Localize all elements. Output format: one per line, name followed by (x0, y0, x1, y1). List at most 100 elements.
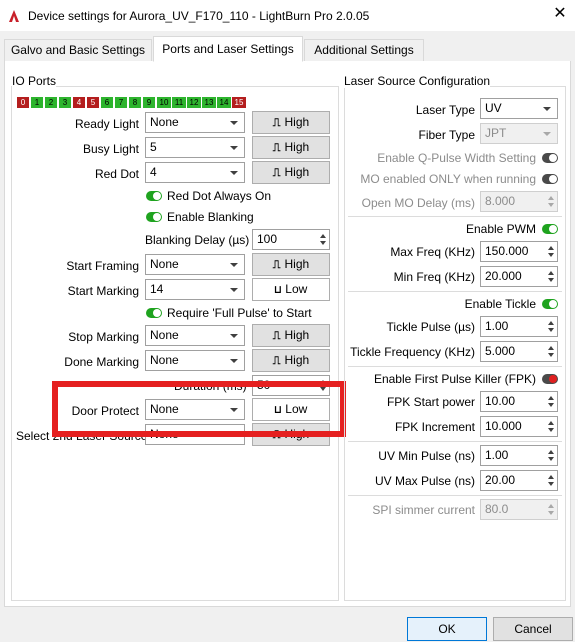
uv-max-input[interactable]: 20.00 (480, 470, 558, 491)
spin-down-icon[interactable] (548, 253, 554, 257)
stop-marking-pulse-button[interactable]: ⎍ High (252, 324, 330, 347)
spin-down-icon[interactable] (548, 428, 554, 432)
enable-pwm-toggle[interactable] (542, 224, 558, 234)
done-marking-label: Done Marking (64, 355, 139, 369)
fpk-start-input[interactable]: 10.00 (480, 391, 558, 412)
fpk-toggle[interactable] (542, 374, 558, 384)
pulse-high-icon: ⎍ (272, 258, 281, 271)
max-freq-value: 150.000 (485, 244, 529, 258)
ready-light-pulse-button[interactable]: ⎍ High (252, 111, 330, 134)
spin-down-icon[interactable] (320, 241, 326, 245)
require-full-pulse-label: Require 'Full Pulse' to Start (167, 306, 312, 320)
spin-down-icon[interactable] (548, 482, 554, 486)
pulse-high-icon: ⎍ (272, 141, 281, 154)
tickle-freq-value: 5.000 (485, 344, 516, 358)
spin-up-icon[interactable] (548, 475, 554, 479)
port-10: 10 (157, 97, 171, 108)
fiber-type-select[interactable]: JPT (480, 123, 558, 144)
red-dot-select[interactable]: 4 (145, 162, 245, 183)
ready-light-pulse-label: High (284, 115, 310, 129)
spin-up-icon[interactable] (548, 246, 554, 250)
door-protect-pulse-button[interactable]: ⊔ Low (252, 398, 330, 421)
tab-ports-laser[interactable]: Ports and Laser Settings (153, 36, 303, 62)
pulse-high-icon: ⎍ (272, 116, 281, 129)
uv-min-value: 1.00 (485, 448, 509, 462)
blanking-delay-input[interactable]: 100 (252, 229, 330, 250)
spin-up-icon[interactable] (548, 196, 554, 200)
start-marking-pulse-button[interactable]: ⊔ Low (252, 278, 330, 301)
chevron-down-icon (230, 171, 238, 175)
red-dot-always-on-toggle[interactable] (146, 191, 162, 201)
min-freq-label: Min Freq (KHz) (393, 270, 475, 284)
port-4: 4 (73, 97, 85, 108)
ok-button[interactable]: OK (407, 617, 487, 641)
start-framing-pulse-button[interactable]: ⎍ High (252, 253, 330, 276)
title-bar: Device settings for Aurora_UV_F170_110 -… (0, 0, 575, 32)
tab-additional[interactable]: Additional Settings (304, 39, 424, 62)
spin-up-icon[interactable] (548, 421, 554, 425)
laser-type-value: UV (485, 101, 502, 115)
start-marking-select[interactable]: 14 (145, 279, 245, 300)
min-freq-input[interactable]: 20.000 (480, 266, 558, 287)
uv-min-input[interactable]: 1.00 (480, 445, 558, 466)
chevron-down-icon (230, 288, 238, 292)
red-dot-pulse-button[interactable]: ⎍ High (252, 161, 330, 184)
spin-down-icon[interactable] (548, 203, 554, 207)
spin-down-icon[interactable] (548, 457, 554, 461)
tickle-freq-input[interactable]: 5.000 (480, 341, 558, 362)
port-0: 0 (17, 97, 29, 108)
start-framing-pulse-label: High (284, 257, 310, 271)
spin-up-icon[interactable] (548, 450, 554, 454)
spin-up-icon[interactable] (320, 234, 326, 238)
q-pulse-toggle[interactable] (542, 153, 558, 163)
require-full-pulse-toggle[interactable] (146, 308, 162, 318)
spin-down-icon[interactable] (548, 511, 554, 515)
spin-down-icon[interactable] (548, 353, 554, 357)
blanking-delay-label: Blanking Delay (µs) (145, 233, 250, 247)
start-framing-select[interactable]: None (145, 254, 245, 275)
spin-up-icon[interactable] (548, 346, 554, 350)
door-protect-pulse-label: Low (285, 402, 308, 416)
close-icon[interactable]: ✕ (550, 4, 570, 24)
busy-light-pulse-label: High (284, 140, 310, 154)
fpk-increment-input[interactable]: 10.000 (480, 416, 558, 437)
spin-down-icon[interactable] (548, 403, 554, 407)
door-protect-select[interactable]: None (145, 399, 245, 420)
spin-down-icon[interactable] (548, 278, 554, 282)
stop-marking-select[interactable]: None (145, 325, 245, 346)
uv-max-label: UV Max Pulse (ns) (374, 474, 475, 488)
spin-up-icon[interactable] (548, 321, 554, 325)
door-protect-value: None (150, 402, 179, 416)
spi-simmer-input[interactable]: 80.0 (480, 499, 558, 520)
spin-up-icon[interactable] (548, 271, 554, 275)
done-marking-select[interactable]: None (145, 350, 245, 371)
fiber-type-value: JPT (485, 126, 507, 140)
tickle-pulse-value: 1.00 (485, 319, 509, 333)
busy-light-label: Busy Light (82, 142, 139, 156)
cancel-button[interactable]: Cancel (493, 617, 573, 641)
red-dot-label: Red Dot (94, 167, 139, 181)
busy-light-pulse-button[interactable]: ⎍ High (252, 136, 330, 159)
tab-galvo-basic[interactable]: Galvo and Basic Settings (4, 39, 152, 62)
laser-type-select[interactable]: UV (480, 98, 558, 119)
enable-tickle-label: Enable Tickle (464, 297, 536, 311)
port-1: 1 (31, 97, 43, 108)
done-marking-pulse-button[interactable]: ⎍ High (252, 349, 330, 372)
pulse-high-icon: ⎍ (272, 329, 281, 342)
tickle-pulse-input[interactable]: 1.00 (480, 316, 558, 337)
max-freq-input[interactable]: 150.000 (480, 241, 558, 262)
chevron-down-icon (230, 263, 238, 267)
red-dot-always-on-label: Red Dot Always On (167, 189, 272, 203)
spin-up-icon[interactable] (548, 504, 554, 508)
ready-light-select[interactable]: None (145, 112, 245, 133)
spin-up-icon[interactable] (548, 396, 554, 400)
spin-down-icon[interactable] (548, 328, 554, 332)
open-mo-delay-input[interactable]: 8.000 (480, 191, 558, 212)
enable-tickle-toggle[interactable] (542, 299, 558, 309)
mo-enabled-toggle[interactable] (542, 174, 558, 184)
busy-light-select[interactable]: 5 (145, 137, 245, 158)
ready-light-value: None (150, 115, 179, 129)
port-7: 7 (115, 97, 127, 108)
blanking-delay-value: 100 (257, 232, 278, 246)
enable-blanking-toggle[interactable] (146, 212, 162, 222)
